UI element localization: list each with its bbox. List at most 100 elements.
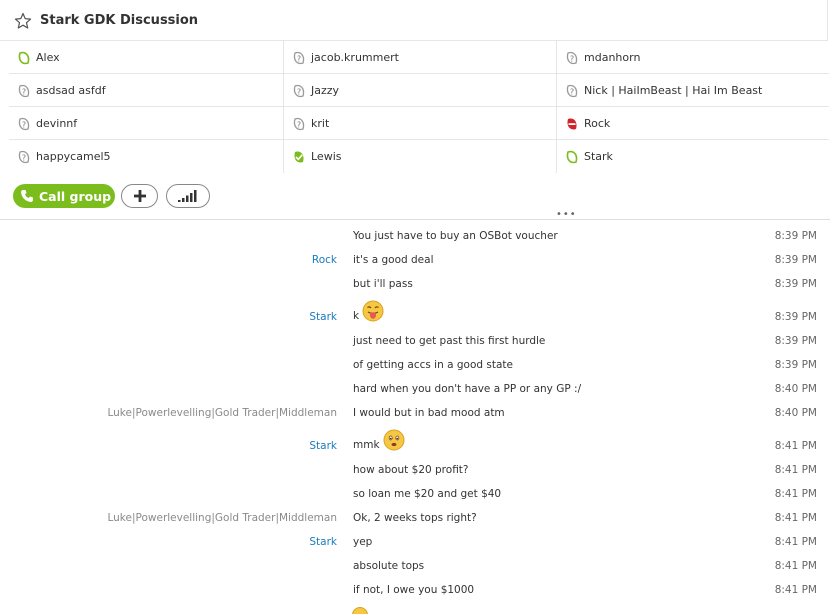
svg-text:?: ? (297, 54, 301, 63)
message-text: yep (353, 536, 372, 548)
participant-alex[interactable]: Alex (9, 41, 284, 74)
unknown-status-icon: ? (17, 150, 31, 164)
online-status-icon (565, 150, 579, 164)
participant-nick[interactable]: ? Nick | HaiImBeast | Hai Im Beast (557, 74, 829, 107)
svg-text:?: ? (22, 120, 26, 129)
busy-status-icon (565, 117, 579, 131)
message-time: 8:41 PM (775, 512, 817, 524)
participant-name: Alex (36, 51, 60, 64)
participant-mdanhorn[interactable]: ? mdanhorn (557, 41, 829, 74)
message-text-content: mmk (353, 429, 380, 451)
message-time: 8:39 PM (775, 230, 817, 242)
message-sender[interactable]: Luke|Powerlevelling|Gold Trader|Middlema… (107, 407, 337, 419)
message-text: just need to get past this first hurdle (353, 335, 545, 347)
participant-row: ? devinnf ? krit Rock (9, 107, 829, 140)
message-text: how about $20 profit? (353, 464, 469, 476)
message-text: You just have to buy an OSBot voucher (353, 230, 558, 242)
tongue-emoji-icon (362, 300, 384, 322)
participant-name: Nick | HaiImBeast | Hai Im Beast (584, 84, 762, 97)
message-time: 8:40 PM (775, 383, 817, 395)
plus-icon (133, 189, 147, 203)
message-text: of getting accs in a good state (353, 359, 513, 371)
message-text: k (353, 300, 384, 322)
participant-krit[interactable]: ? krit (284, 107, 557, 140)
participant-rock[interactable]: Rock (557, 107, 829, 140)
unknown-status-icon: ? (565, 51, 579, 65)
call-group-button[interactable]: Call group (13, 184, 115, 208)
message-text: hard when you don't have a PP or any GP … (353, 383, 581, 395)
available-status-icon (292, 150, 306, 164)
unknown-status-icon: ? (292, 51, 306, 65)
message-time: 8:39 PM (775, 254, 817, 266)
unknown-status-icon: ? (17, 117, 31, 131)
participant-name: mdanhorn (584, 51, 640, 64)
participant-jacob-krummert[interactable]: ? jacob.krummert (284, 41, 557, 74)
participant-name: Lewis (311, 150, 342, 163)
participant-name: happycamel5 (36, 150, 111, 163)
unknown-status-icon: ? (292, 117, 306, 131)
participant-row: ? happycamel5 Lewis Stark (9, 140, 829, 173)
message-time: 8:41 PM (775, 488, 817, 500)
message-time: 8:41 PM (775, 536, 817, 548)
message-text: absolute tops (353, 560, 424, 572)
message-text: mmk (353, 429, 405, 451)
participant-name: devinnf (36, 117, 77, 130)
message-text: if not, I owe you $1000 (353, 584, 474, 596)
message-text: so loan me $20 and get $40 (353, 488, 501, 500)
svg-text:?: ? (570, 54, 574, 63)
svg-text:?: ? (22, 87, 26, 96)
worried-emoji-icon (383, 429, 405, 451)
message-time: 8:41 PM (775, 560, 817, 572)
participant-row: ? asdsad asfdf ? Jazzy ? Nick | HaiImBea… (9, 74, 829, 107)
participant-asdsad-asfdf[interactable]: ? asdsad asfdf (9, 74, 284, 107)
star-icon[interactable] (14, 12, 32, 30)
svg-text:?: ? (297, 120, 301, 129)
message-time: 8:39 PM (775, 359, 817, 371)
message-time: 8:41 PM (775, 440, 817, 452)
participant-name: Rock (584, 117, 610, 130)
message-time: 8:39 PM (775, 311, 817, 323)
participant-stark[interactable]: Stark (557, 140, 829, 173)
svg-text:?: ? (297, 87, 301, 96)
participant-jazzy[interactable]: ? Jazzy (284, 74, 557, 107)
svg-text:?: ? (22, 153, 26, 162)
participant-name: Jazzy (311, 84, 339, 97)
svg-text:?: ? (570, 87, 574, 96)
participant-list: Alex ? jacob.krummert ? mdanhorn ? asdsa… (9, 41, 829, 173)
participant-name: Stark (584, 150, 613, 163)
message-list[interactable]: You just have to buy an OSBot voucher 8:… (0, 220, 830, 612)
message-sender[interactable]: Stark (309, 440, 337, 452)
participant-name: asdsad asfdf (36, 84, 106, 97)
unknown-status-icon: ? (292, 84, 306, 98)
message-time: 8:41 PM (775, 464, 817, 476)
participant-row: Alex ? jacob.krummert ? mdanhorn (9, 41, 829, 74)
signal-bars-icon (177, 189, 199, 203)
participant-devinnf[interactable]: ? devinnf (9, 107, 284, 140)
participant-name: krit (311, 117, 329, 130)
call-quality-button[interactable] (166, 184, 210, 208)
message-sender[interactable]: Stark (309, 311, 337, 323)
message-text: I would but in bad mood atm (353, 407, 505, 419)
message-time: 8:39 PM (775, 335, 817, 347)
message-time: 8:40 PM (775, 407, 817, 419)
message-text: it's a good deal (353, 254, 434, 266)
message-time: 8:39 PM (775, 278, 817, 290)
message-sender[interactable]: Rock (312, 254, 337, 266)
participant-name: jacob.krummert (311, 51, 399, 64)
message-sender[interactable]: Stark (309, 536, 337, 548)
unknown-status-icon: ? (17, 84, 31, 98)
add-participant-button[interactable] (121, 184, 158, 208)
participant-lewis[interactable]: Lewis (284, 140, 557, 173)
message-text: but i'll pass (353, 278, 413, 290)
conversation-header: Stark GDK Discussion (0, 0, 828, 41)
message-text-content: k (353, 300, 359, 322)
participant-happycamel5[interactable]: ? happycamel5 (9, 140, 284, 173)
call-actions-bar: Call group ••• (0, 173, 830, 220)
call-group-label: Call group (39, 189, 111, 204)
online-status-icon (17, 51, 31, 65)
message-time: 8:41 PM (775, 584, 817, 596)
unknown-status-icon: ? (565, 84, 579, 98)
more-options-icon[interactable]: ••• (556, 211, 577, 219)
message-sender[interactable]: Luke|Powerlevelling|Gold Trader|Middlema… (107, 512, 337, 524)
partial-emoji-icon (352, 606, 368, 614)
